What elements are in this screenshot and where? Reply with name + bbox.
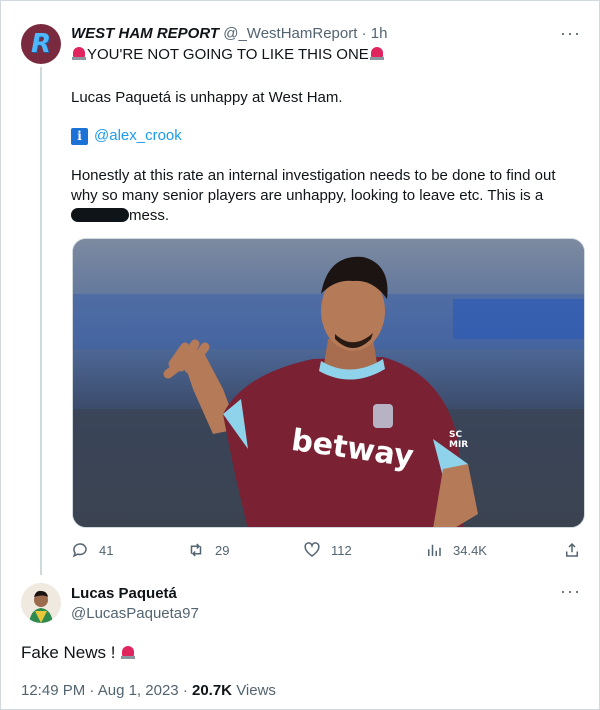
siren-icon bbox=[369, 45, 385, 61]
author-handle[interactable]: @_WestHamReport bbox=[223, 25, 357, 42]
siren-icon bbox=[71, 45, 87, 61]
more-icon[interactable]: ··· bbox=[560, 23, 581, 44]
reply-text: Fake News ! bbox=[21, 643, 116, 662]
share-icon bbox=[566, 542, 578, 557]
tweet-photo[interactable]: betway SC MIR bbox=[72, 238, 585, 528]
west-ham-report-avatar[interactable]: R bbox=[21, 24, 61, 64]
info-icon: i bbox=[71, 127, 88, 145]
reply-views-label: Views bbox=[236, 682, 276, 699]
like-icon bbox=[304, 542, 320, 557]
reply-count: 41 bbox=[99, 542, 114, 558]
mention-line: i @alex_crook bbox=[71, 126, 182, 146]
player-photo: betway SC MIR bbox=[73, 239, 584, 527]
reply-icon bbox=[72, 543, 87, 558]
reply-views-count: 20.7K bbox=[191, 682, 233, 699]
sleeve-text-1: SC bbox=[449, 430, 462, 440]
like-action[interactable]: 112 bbox=[303, 541, 352, 559]
reply-footer: 12:49 PM · Aug 1, 2023 · 20.7K Views bbox=[21, 682, 276, 699]
reply-time[interactable]: 12:49 PM bbox=[21, 682, 85, 699]
tweet-actions: 41 29 112 34.4K bbox=[71, 541, 591, 561]
thread-line bbox=[40, 67, 42, 575]
mention-link[interactable]: @alex_crook bbox=[94, 126, 182, 146]
like-count: 112 bbox=[331, 542, 352, 558]
reply-date[interactable]: Aug 1, 2023 bbox=[98, 682, 179, 699]
headline-text: YOU'RE NOT GOING TO LIKE THIS ONE bbox=[87, 46, 369, 63]
tweet-line: Lucas Paquetá is unhappy at West Ham. bbox=[71, 89, 343, 106]
retweet-icon bbox=[190, 543, 202, 557]
retweet-action[interactable]: 29 bbox=[187, 541, 229, 559]
timestamp[interactable]: 1h bbox=[371, 25, 388, 42]
profile-photo bbox=[21, 583, 61, 623]
separator: · bbox=[361, 25, 367, 42]
tweet-card: R WEST HAM REPORT @_WestHamReport · 1h ·… bbox=[0, 0, 600, 710]
siren-icon bbox=[120, 644, 136, 660]
reply-author-handle[interactable]: @LucasPaqueta97 bbox=[71, 605, 199, 622]
sleeve-text-2: MIR bbox=[449, 440, 468, 450]
more-icon[interactable]: ··· bbox=[560, 581, 581, 602]
author-name[interactable]: WEST HAM REPORT bbox=[71, 25, 219, 42]
tweet-header: WEST HAM REPORT @_WestHamReport · 1h bbox=[71, 25, 387, 42]
reply-action[interactable]: 41 bbox=[71, 541, 113, 559]
views-icon bbox=[428, 544, 441, 556]
views-count: 34.4K bbox=[453, 542, 487, 558]
body-text: Honestly at this rate an internal invest… bbox=[71, 167, 556, 204]
headline: YOU'RE NOT GOING TO LIKE THIS ONE bbox=[71, 45, 385, 65]
tweet-body: Honestly at this rate an internal invest… bbox=[71, 166, 581, 226]
separator: · bbox=[182, 682, 188, 699]
lucas-paqueta-avatar[interactable] bbox=[21, 583, 61, 623]
reply-author-name[interactable]: Lucas Paquetá bbox=[71, 585, 177, 602]
share-action[interactable] bbox=[563, 541, 581, 559]
separator: · bbox=[89, 682, 95, 699]
reply-text-line: Fake News ! bbox=[21, 643, 136, 663]
redaction-bar bbox=[71, 208, 129, 222]
views-action[interactable]: 34.4K bbox=[425, 541, 487, 559]
retweet-count: 29 bbox=[215, 542, 230, 558]
body-tail: mess. bbox=[129, 207, 170, 224]
